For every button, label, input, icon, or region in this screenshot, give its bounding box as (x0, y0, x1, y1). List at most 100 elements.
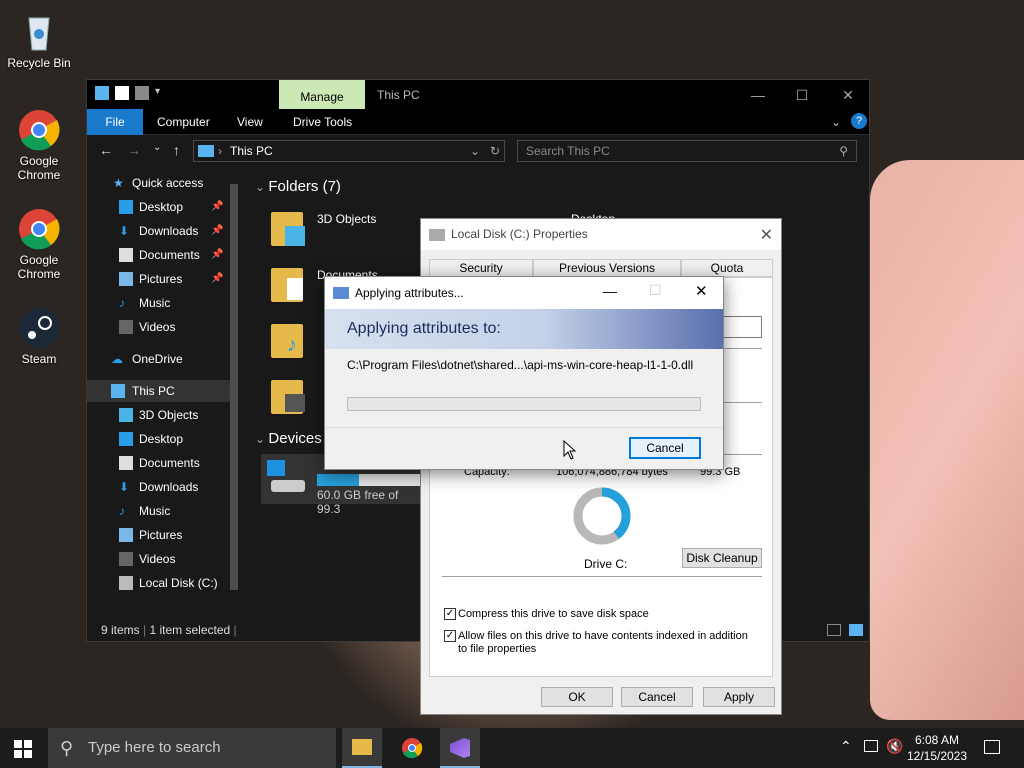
nav-quick-access[interactable]: ★ Quick access (87, 172, 237, 194)
folder-icon[interactable]: ♪ (271, 320, 307, 360)
tab-manage[interactable]: Manage (279, 80, 365, 109)
compress-checkbox-row[interactable]: ✓ Compress this drive to save disk space (444, 608, 758, 621)
taskbar-visual-studio[interactable] (440, 728, 480, 768)
nav-label: Music (139, 504, 171, 518)
apply-button[interactable]: Apply (703, 687, 775, 707)
nav-onedrive[interactable]: ☁ OneDrive (87, 348, 237, 370)
minimize-button[interactable]: — (603, 283, 617, 299)
minimize-button[interactable]: — (735, 84, 781, 106)
chrome-icon (19, 110, 60, 151)
tab-view[interactable]: View (237, 109, 263, 135)
index-checkbox[interactable]: ✓ (444, 630, 456, 642)
notifications-icon[interactable] (984, 740, 1000, 754)
desktop-icon-recycle-bin[interactable]: Recycle Bin (4, 10, 74, 70)
up-arrow-icon[interactable]: ↑ (173, 142, 180, 158)
navigation-pane: ★ Quick access Desktop 📌 ⬇ Downloads 📌 Docum… (87, 168, 243, 614)
devices-header[interactable]: ⌄ Devices (255, 430, 322, 447)
close-button[interactable]: ✕ (760, 225, 773, 245)
details-view-icon[interactable] (827, 624, 841, 636)
start-button[interactable] (14, 740, 32, 758)
network-icon[interactable] (864, 740, 878, 752)
nav-this-pc[interactable]: This PC (87, 380, 237, 402)
tab-security[interactable]: Security (429, 259, 533, 277)
close-button[interactable]: ✕ (825, 84, 871, 106)
properties-titlebar: Local Disk (C:) Properties ✕ (421, 219, 781, 250)
folders-header[interactable]: ⌄ Folders (7) (255, 178, 341, 195)
nav-pc-downloads[interactable]: ⬇ Downloads (87, 476, 237, 498)
large-icons-view-icon[interactable] (849, 624, 863, 636)
nav-music[interactable]: ♪ Music (87, 292, 237, 314)
nav-label: Pictures (139, 528, 183, 542)
maximize-button[interactable]: ☐ (779, 84, 825, 106)
recent-chevron-icon[interactable]: ⌄ (153, 142, 161, 153)
nav-pc-documents[interactable]: Documents (87, 452, 237, 474)
address-bar[interactable]: › This PC ⌄ ↻ (193, 140, 505, 162)
expand-ribbon-icon[interactable]: ⌄ (831, 109, 841, 135)
tab-drive-tools[interactable]: Drive Tools (293, 109, 352, 135)
nav-pictures[interactable]: Pictures 📌 (87, 268, 237, 290)
nav-local-disk[interactable]: Local Disk (C:) (87, 572, 237, 594)
pin-icon[interactable]: 📌 (211, 196, 223, 218)
nav-downloads[interactable]: ⬇ Downloads 📌 (87, 220, 237, 242)
tab-computer[interactable]: Computer (157, 109, 210, 135)
taskbar-clock[interactable]: 6:08 AM 12/15/2023 (906, 732, 968, 764)
windows-logo-icon (14, 740, 32, 758)
nav-desktop[interactable]: Desktop 📌 (87, 196, 237, 218)
tab-previous-versions[interactable]: Previous Versions (533, 259, 681, 277)
cancel-button[interactable]: Cancel (629, 437, 701, 459)
nav-pc-desktop[interactable]: Desktop (87, 428, 237, 450)
folder-icon[interactable] (271, 208, 307, 248)
nav-label: Videos (139, 552, 176, 566)
nav-pc-videos[interactable]: Videos (87, 548, 237, 570)
address-text: This PC (230, 144, 273, 158)
nav-pc-pictures[interactable]: Pictures (87, 524, 237, 546)
pin-icon[interactable]: 📌 (211, 268, 223, 290)
refresh-icon[interactable]: ↻ (490, 141, 500, 161)
nav-3d-objects[interactable]: 3D Objects (87, 404, 237, 426)
tab-file[interactable]: File (87, 109, 143, 135)
cancel-button[interactable]: Cancel (621, 687, 693, 707)
computer-icon[interactable] (95, 86, 109, 100)
ok-button[interactable]: OK (541, 687, 613, 707)
nav-label: Pictures (139, 272, 183, 286)
chevron-down-icon[interactable]: ▾ (155, 86, 169, 100)
pictures-icon (119, 528, 133, 542)
disk-cleanup-button[interactable]: Disk Cleanup (682, 548, 762, 568)
nav-videos[interactable]: Videos (87, 316, 237, 338)
nav-label: Documents (139, 456, 200, 470)
pin-icon[interactable]: 📌 (211, 220, 223, 242)
scrollbar-thumb[interactable] (230, 184, 238, 590)
desktop-icon-chrome-2[interactable]: Google Chrome (4, 207, 74, 281)
properties-icon[interactable] (115, 86, 129, 100)
nav-label: Local Disk (C:) (139, 576, 218, 590)
back-arrow-icon[interactable]: ← (99, 142, 113, 158)
close-button[interactable]: ✕ (695, 282, 708, 300)
taskbar-search[interactable]: ⚲ Type here to search (48, 728, 336, 768)
taskbar-chrome[interactable] (392, 728, 432, 768)
search-input[interactable]: Search This PC ⚲ (517, 140, 857, 162)
help-icon[interactable]: ? (851, 113, 867, 129)
volume-muted-icon[interactable]: 🔇 (886, 738, 903, 755)
nav-documents[interactable]: Documents 📌 (87, 244, 237, 266)
index-checkbox-row[interactable]: ✓ Allow files on this drive to have cont… (444, 630, 758, 656)
chevron-up-icon[interactable]: ⌃ (840, 738, 852, 755)
cube-icon (119, 408, 133, 422)
download-icon: ⬇ (119, 224, 130, 238)
folder-icon[interactable] (271, 264, 307, 304)
nav-scrollbar[interactable] (228, 172, 240, 616)
new-folder-icon[interactable] (135, 86, 149, 100)
address-dropdown-icon[interactable]: ⌄ (470, 141, 480, 161)
pin-icon[interactable]: 📌 (211, 244, 223, 266)
music-icon: ♪ (287, 334, 297, 356)
drive-name-input[interactable] (720, 316, 762, 338)
download-icon: ⬇ (119, 480, 130, 494)
desktop-icon-steam[interactable]: Steam (4, 306, 74, 366)
forward-arrow-icon[interactable]: → (127, 142, 141, 158)
compress-checkbox[interactable]: ✓ (444, 608, 456, 620)
desktop-icon-chrome-1[interactable]: Google Chrome (4, 108, 74, 182)
tab-quota[interactable]: Quota (681, 259, 773, 277)
folder-icon[interactable] (271, 376, 307, 416)
taskbar-file-explorer[interactable] (342, 728, 382, 768)
folder-label[interactable]: 3D Objects (317, 212, 376, 226)
nav-pc-music[interactable]: ♪ Music (87, 500, 237, 522)
